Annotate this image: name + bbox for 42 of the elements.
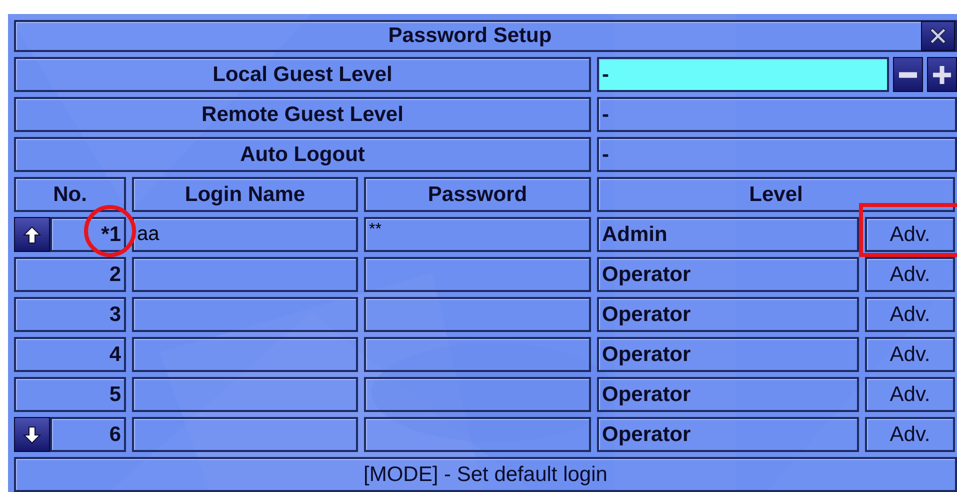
column-header: Password [364, 177, 591, 212]
down-arrow-icon [23, 426, 41, 444]
up-arrow-icon [23, 226, 41, 244]
scroll-up-button[interactable] [14, 217, 50, 252]
advanced-button[interactable]: Adv. [865, 377, 955, 412]
advanced-button[interactable]: Adv. [865, 417, 955, 452]
setting-label: Auto Logout [14, 137, 591, 172]
advanced-button[interactable]: Adv. [865, 337, 955, 372]
table-cell: 3 [14, 297, 126, 332]
table-cell: 5 [14, 377, 126, 412]
column-header: Level [597, 177, 955, 212]
setting-label: Local Guest Level [14, 57, 591, 92]
advanced-button[interactable]: Adv. [865, 257, 955, 292]
plus-button[interactable] [927, 57, 957, 92]
table-cell: 4 [14, 337, 126, 372]
window-title: Password Setup [387, 24, 553, 48]
table-cell: Operator [597, 377, 859, 412]
plus-icon [933, 66, 951, 84]
column-header: Login Name [132, 177, 358, 212]
advanced-button[interactable]: Adv. [865, 297, 955, 332]
close-button[interactable] [921, 21, 955, 51]
setting-label: Remote Guest Level [14, 97, 591, 132]
table-cell: 2 [14, 257, 126, 292]
table-cell: Admin [597, 217, 859, 252]
setting-value[interactable]: - [597, 137, 957, 172]
table-cell: ** [364, 217, 591, 252]
table-cell: Operator [597, 297, 859, 332]
scroll-down-button[interactable] [14, 417, 50, 452]
table-cell: 6 [50, 417, 126, 452]
table-cell: Operator [597, 417, 859, 452]
setting-value[interactable]: - [597, 57, 889, 92]
advanced-button[interactable]: Adv. [865, 217, 955, 252]
table-cell: aa [132, 217, 358, 252]
column-header: No. [14, 177, 126, 212]
close-icon [927, 25, 949, 47]
table-cell: Operator [597, 337, 859, 372]
minus-button[interactable] [893, 57, 923, 92]
table-cell: *1 [50, 217, 126, 252]
setting-value[interactable]: - [597, 97, 957, 132]
status-bar: [MODE] - Set default login [14, 457, 957, 492]
table-cell: Operator [597, 257, 859, 292]
minus-icon [899, 72, 917, 78]
